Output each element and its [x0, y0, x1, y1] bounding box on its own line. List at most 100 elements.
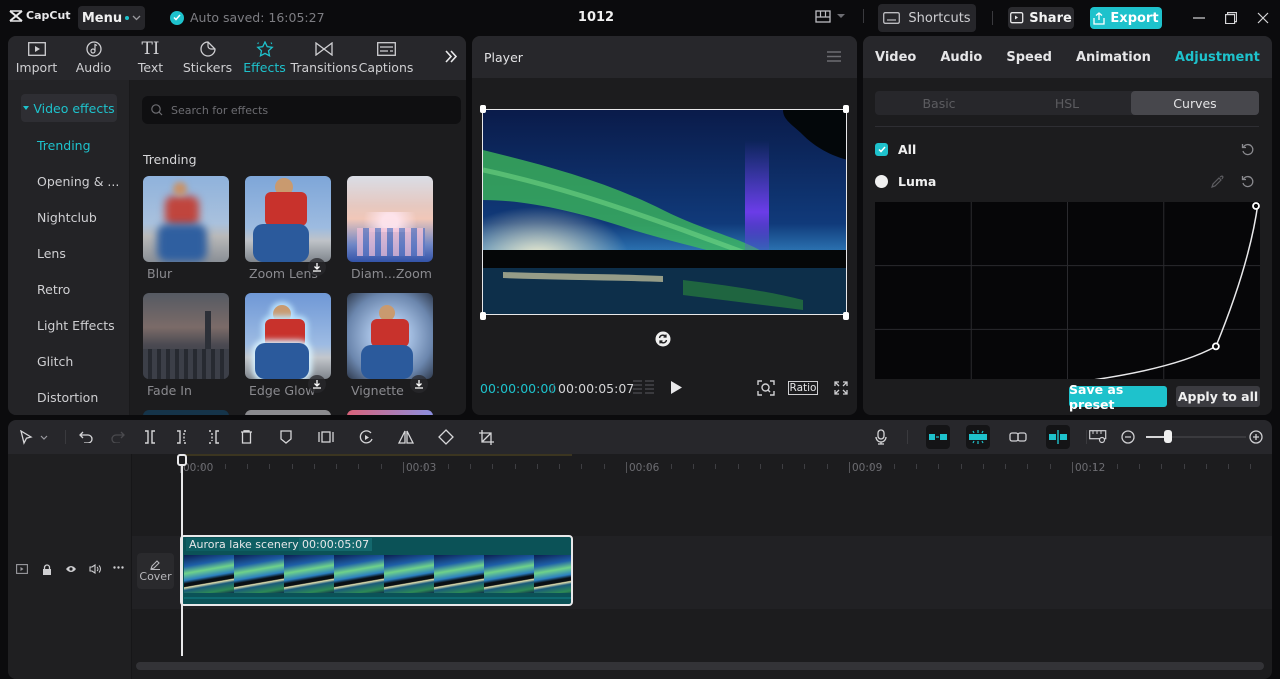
minimize-button[interactable] [1190, 9, 1208, 27]
hide-track-button[interactable] [65, 565, 77, 573]
zoom-preview-button[interactable] [757, 380, 775, 396]
rotate-button[interactable] [655, 331, 671, 347]
download-button[interactable] [308, 375, 326, 393]
marker-button[interactable] [276, 428, 296, 446]
more-tabs-button[interactable] [444, 50, 458, 63]
apply-to-all-button[interactable]: Apply to all [1176, 386, 1260, 407]
effect-card-zoom-lens[interactable]: Zoom Lens [245, 176, 331, 281]
eyedropper-button[interactable] [1211, 175, 1224, 188]
close-button[interactable] [1254, 9, 1272, 27]
luma-option[interactable]: Luma [875, 174, 936, 189]
mute-track-button[interactable] [89, 564, 101, 574]
curve-editor[interactable] [875, 202, 1260, 379]
export-button[interactable]: Export [1090, 7, 1162, 29]
category-nightclub[interactable]: Nightclub [37, 210, 97, 225]
luma-radio[interactable] [875, 175, 888, 188]
share-button[interactable]: Share [1008, 7, 1074, 29]
mirror-button[interactable] [396, 428, 416, 446]
subtab-basic[interactable]: Basic [875, 91, 1003, 115]
download-button[interactable] [410, 375, 428, 393]
all-checkbox[interactable] [875, 143, 888, 156]
tab-import[interactable]: Import [8, 36, 65, 80]
tab-video[interactable]: Video [875, 50, 916, 65]
select-tool-dropdown[interactable] [38, 428, 50, 446]
effect-card-vignette[interactable]: Vignette [347, 293, 433, 398]
timeline-zoom-slider[interactable] [1146, 430, 1246, 443]
crop-button[interactable] [476, 428, 496, 446]
split-button[interactable] [140, 428, 160, 446]
track-type-button[interactable] [16, 564, 28, 574]
curve-control-point[interactable] [1211, 342, 1220, 351]
download-button[interactable] [308, 258, 326, 276]
video-preview[interactable] [482, 109, 847, 315]
playhead-handle[interactable] [177, 454, 187, 466]
category-lens[interactable]: Lens [37, 246, 66, 261]
category-light-effects[interactable]: Light Effects [37, 318, 115, 333]
subtab-curves[interactable]: Curves [1131, 91, 1259, 115]
subtab-hsl[interactable]: HSL [1003, 91, 1131, 115]
split-right-button[interactable] [204, 428, 224, 446]
tab-adjustment[interactable]: Adjustment [1175, 50, 1260, 65]
timeline-ruler[interactable]: 00:00 00:03 00:06 00:09 00:12 [132, 454, 1272, 476]
resize-handle[interactable] [480, 105, 486, 113]
menu-button[interactable]: Menu [78, 6, 145, 30]
zoom-out-button[interactable] [1118, 428, 1138, 446]
record-voiceover-button[interactable] [871, 428, 891, 446]
reverse-button[interactable] [356, 428, 376, 446]
auto-snap-button[interactable] [966, 425, 990, 449]
tab-stickers[interactable]: Stickers [179, 36, 236, 80]
tab-audio[interactable]: Audio [65, 36, 122, 80]
restore-button[interactable] [1222, 9, 1240, 27]
rotate-clip-button[interactable] [436, 428, 456, 446]
resize-handle[interactable] [480, 312, 486, 320]
resize-handle[interactable] [843, 105, 849, 113]
select-tool-button[interactable] [16, 428, 36, 446]
link-button[interactable] [1008, 428, 1028, 446]
lock-track-button[interactable] [42, 564, 52, 575]
category-trending[interactable]: Trending [37, 138, 91, 153]
layout-button[interactable] [815, 9, 864, 23]
track-more-button[interactable] [113, 566, 124, 569]
cover-button[interactable]: Cover [137, 553, 174, 589]
tab-transitions[interactable]: Transitions [291, 36, 357, 80]
resize-handle[interactable] [843, 312, 849, 320]
video-clip[interactable]: Aurora lake scenery 00:00:05:07 [180, 535, 573, 606]
preview-axis-button[interactable] [1046, 425, 1070, 449]
category-video-effects[interactable]: Video effects [21, 94, 117, 122]
tab-animation[interactable]: Animation [1076, 50, 1151, 65]
curve-control-point[interactable] [1252, 202, 1260, 210]
player-menu-button[interactable] [827, 51, 841, 62]
effect-card-blur[interactable]: Blur [143, 176, 229, 281]
effect-card-edge-glow[interactable]: Edge Glow [245, 293, 331, 398]
delete-button[interactable] [236, 428, 256, 446]
tab-text[interactable]: TI Text [122, 36, 179, 80]
category-distortion[interactable]: Distortion [37, 390, 98, 405]
shortcuts-button[interactable]: Shortcuts [878, 4, 976, 32]
category-retro[interactable]: Retro [37, 282, 70, 297]
reset-all-button[interactable] [1241, 143, 1254, 156]
main-track-magnet-button[interactable] [926, 425, 950, 449]
redo-button[interactable] [108, 428, 128, 446]
all-option[interactable]: All [875, 142, 916, 157]
save-as-preset-button[interactable]: Save as preset [1069, 382, 1167, 412]
category-opening[interactable]: Opening & ... [37, 174, 119, 189]
timeline-horizontal-scrollbar[interactable] [136, 662, 1264, 670]
play-button[interactable] [671, 381, 682, 394]
playhead[interactable] [181, 454, 183, 656]
tab-audio[interactable]: Audio [940, 50, 982, 65]
split-left-button[interactable] [172, 428, 192, 446]
effect-card-fade-in[interactable]: Fade In [143, 293, 229, 398]
category-glitch[interactable]: Glitch [37, 354, 73, 369]
search-input[interactable]: Search for effects [142, 96, 461, 124]
reset-luma-button[interactable] [1241, 175, 1254, 188]
fullscreen-button[interactable] [834, 381, 848, 395]
zoom-slider-handle[interactable] [1164, 430, 1172, 443]
freeze-button[interactable] [316, 428, 336, 446]
effect-card-diamond-zoom[interactable]: Diam...Zoom [347, 176, 433, 281]
ratio-button[interactable]: Ratio [788, 381, 818, 395]
timeline-fit-button[interactable] [1088, 428, 1108, 446]
tab-speed[interactable]: Speed [1006, 50, 1052, 65]
tab-captions[interactable]: Captions [355, 36, 417, 80]
undo-button[interactable] [76, 428, 96, 446]
zoom-in-button[interactable] [1246, 428, 1266, 446]
